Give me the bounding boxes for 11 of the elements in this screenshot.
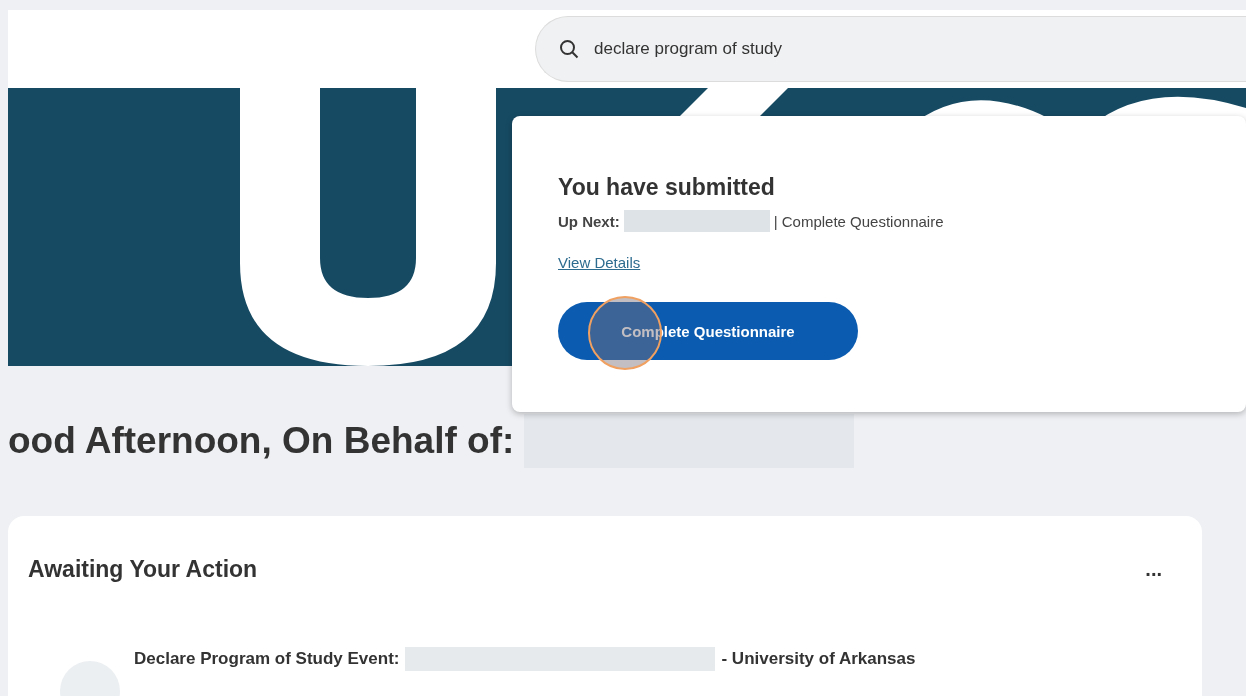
- popup-title: You have submitted: [558, 174, 776, 201]
- card-title: Awaiting Your Action: [28, 556, 258, 583]
- up-next-label: Up Next:: [558, 212, 620, 230]
- more-button[interactable]: ...: [1145, 558, 1162, 581]
- task-title[interactable]: Declare Program of Study Event:: [134, 649, 400, 669]
- view-details-link[interactable]: View Details: [558, 254, 641, 271]
- search-icon: [559, 39, 579, 59]
- search-field[interactable]: declare program of study: [535, 16, 1246, 82]
- greeting-heading: ood Afternoon, On Behalf of:: [8, 420, 515, 462]
- up-next-task: | Complete Questionnaire: [773, 212, 944, 230]
- task-institution: - University of Arkansas: [721, 649, 916, 669]
